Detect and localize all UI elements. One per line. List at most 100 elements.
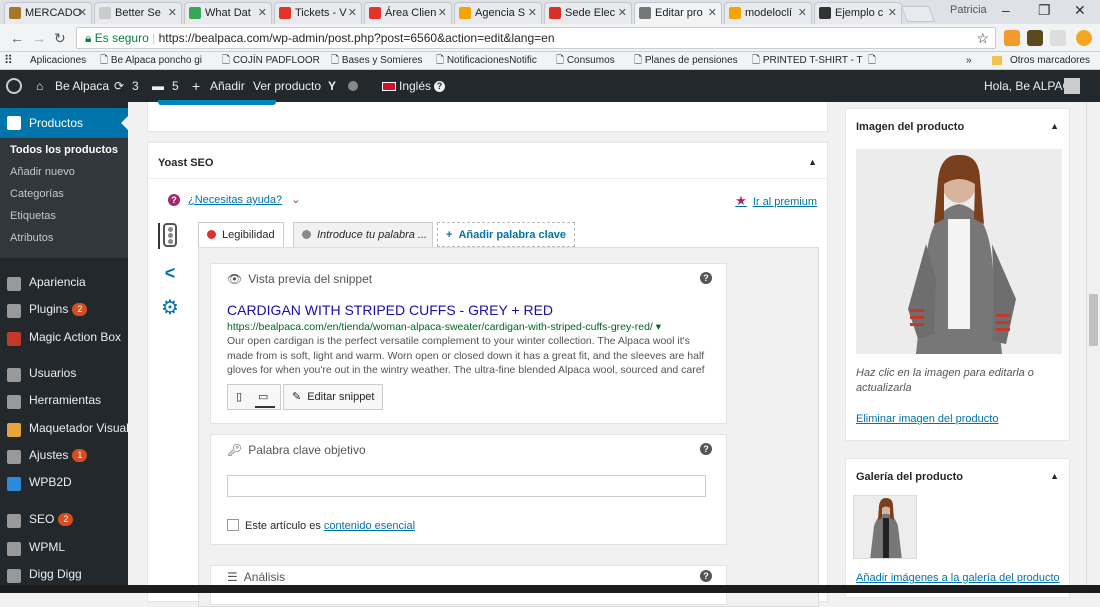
scrollbar-thumb[interactable]: [1089, 294, 1098, 346]
new-content-link[interactable]: Añadir: [210, 70, 245, 102]
close-tab-icon[interactable]: ✕: [438, 3, 447, 23]
close-tab-icon[interactable]: ✕: [528, 3, 537, 23]
browser-tab[interactable]: MERCADO ✕: [4, 2, 92, 24]
browser-tab[interactable]: Ejemplo c ✕: [814, 2, 902, 24]
bookmark-item[interactable]: 🗋︎ PRINTED T-SHIRT - T: [752, 52, 863, 69]
tab-readability[interactable]: Legibilidad: [198, 222, 284, 247]
page-scrollbar[interactable]: [1086, 102, 1100, 593]
collapse-arrow-icon[interactable]: ▲: [1050, 121, 1059, 131]
bookmark-item[interactable]: 🗋︎: [868, 52, 876, 69]
profile-name[interactable]: Patricia: [950, 4, 987, 16]
submenu-item[interactable]: Añadir nuevo: [10, 166, 75, 178]
menu-productos[interactable]: Productos: [0, 108, 128, 138]
settings-gear-icon[interactable]: ⚙: [158, 295, 182, 320]
sidebar-item[interactable]: Maquetador Visual: [29, 421, 128, 435]
wordpress-logo-icon[interactable]: [6, 78, 22, 94]
bookmark-item[interactable]: 🗋︎ NotificacionesNotific: [436, 52, 537, 69]
snippet-url[interactable]: https://bealpaca.com/en/tienda/woman-alp…: [227, 321, 661, 333]
submenu-item[interactable]: Categorías: [10, 188, 64, 200]
alert-icon[interactable]: [1076, 30, 1092, 46]
browser-tab[interactable]: Tickets - V ✕: [274, 2, 362, 24]
sidebar-item[interactable]: SEO 2: [29, 512, 74, 527]
share-icon[interactable]: <: [158, 263, 182, 284]
browser-tab[interactable]: Sede Elec ✕: [544, 2, 632, 24]
sidebar-item[interactable]: Magic Action Box: [29, 330, 121, 344]
tab-keyword[interactable]: Introduce tu palabra ...: [293, 222, 433, 247]
new-tab-button[interactable]: [901, 6, 935, 22]
extension-gray-icon[interactable]: [1050, 30, 1066, 46]
extension-off-icon[interactable]: [1004, 30, 1020, 46]
reload-icon[interactable]: ↻: [54, 30, 66, 47]
submenu-item[interactable]: Todos los productos: [10, 144, 118, 156]
browser-tab[interactable]: Agencia S ✕: [454, 2, 542, 24]
sidebar-item[interactable]: Usuarios: [29, 366, 76, 380]
other-bookmarks[interactable]: Otros marcadores: [1010, 52, 1090, 69]
close-tab-icon[interactable]: ✕: [348, 3, 357, 23]
analysis-help-icon[interactable]: ?: [700, 570, 712, 582]
sidebar-item[interactable]: Plugins 2: [29, 302, 88, 317]
help-icon[interactable]: ?: [434, 81, 445, 92]
browser-tab[interactable]: modeloclí ✕: [724, 2, 812, 24]
apps-grid-icon[interactable]: ⠿: [4, 52, 13, 69]
updates-icon[interactable]: ⟳: [114, 70, 124, 102]
home-icon[interactable]: ⌂: [36, 70, 43, 102]
close-tab-icon[interactable]: ✕: [168, 3, 177, 23]
close-tab-icon[interactable]: ✕: [888, 3, 897, 23]
bookmark-item[interactable]: 🗋︎ COJÍN PADFLOOR: [222, 52, 320, 69]
snippet-description[interactable]: Our open cardigan is the perfect versati…: [227, 334, 707, 378]
browser-tab[interactable]: Área Clien ✕: [364, 2, 452, 24]
close-tab-icon[interactable]: ✕: [618, 3, 627, 23]
bookmark-item[interactable]: 🗋︎ Consumos: [556, 52, 615, 69]
cornerstone-checkbox[interactable]: [227, 519, 239, 531]
help-toggle[interactable]: ? ¿Necesitas ayuda? ⌄: [168, 193, 300, 206]
premium-link[interactable]: ★ Ir al premium: [735, 193, 817, 209]
collapse-arrow-icon[interactable]: ▲: [1050, 471, 1059, 481]
submenu-item[interactable]: Atributos: [10, 232, 53, 244]
collapse-arrow-icon[interactable]: ▲: [808, 157, 817, 167]
update-button[interactable]: [158, 100, 276, 105]
bookmark-star-icon[interactable]: ☆: [976, 28, 989, 48]
bookmark-item[interactable]: Aplicaciones: [30, 52, 86, 69]
back-icon[interactable]: ←: [10, 30, 24, 46]
close-tab-icon[interactable]: ✕: [258, 3, 267, 23]
sidebar-item[interactable]: Digg Digg: [29, 567, 82, 581]
bookmark-item[interactable]: 🗋︎ Bases y Somieres: [331, 52, 422, 69]
close-tab-icon[interactable]: ✕: [78, 3, 87, 23]
traffic-light-icon[interactable]: [158, 223, 182, 247]
sidebar-item[interactable]: Ajustes 1: [29, 448, 88, 463]
sidebar-item[interactable]: WPB2D: [29, 475, 72, 489]
add-keyword-tab[interactable]: + Añadir palabra clave: [437, 222, 576, 247]
snippet-title[interactable]: CARDIGAN WITH STRIPED CUFFS - GREY + RED: [227, 302, 553, 318]
focus-keyword-input[interactable]: [227, 475, 706, 497]
browser-tab[interactable]: Editar pro ✕: [634, 2, 722, 24]
minimize-icon[interactable]: –: [1002, 2, 1010, 18]
more-bookmarks-icon[interactable]: »: [966, 52, 972, 69]
language-switcher[interactable]: Inglés: [399, 70, 431, 102]
browser-tab[interactable]: What Dat ✕: [184, 2, 272, 24]
yoast-icon[interactable]: Y: [328, 70, 336, 102]
plus-icon[interactable]: +: [192, 70, 200, 102]
close-tab-icon[interactable]: ✕: [798, 3, 807, 23]
help-link[interactable]: ¿Necesitas ayuda?: [188, 194, 282, 206]
sidebar-item[interactable]: Herramientas: [29, 393, 101, 407]
bookmark-item[interactable]: 🗋︎ Planes de pensiones: [634, 52, 738, 69]
comments-count[interactable]: 5: [172, 70, 179, 102]
url-bar[interactable]: 🔒︎ Es seguro | https://bealpaca.com/wp-a…: [76, 27, 996, 49]
browser-tab[interactable]: Better Se ✕: [94, 2, 182, 24]
add-gallery-images-link[interactable]: Añadir imágenes a la galería del product…: [856, 572, 1060, 584]
sidebar-item[interactable]: WPML: [29, 540, 65, 554]
view-product-link[interactable]: Ver producto: [253, 70, 321, 102]
comments-icon[interactable]: ▬: [152, 70, 164, 102]
close-tab-icon[interactable]: ✕: [708, 3, 717, 23]
forward-icon[interactable]: →: [32, 30, 46, 46]
product-image[interactable]: [856, 149, 1062, 354]
remove-product-image-link[interactable]: Eliminar imagen del producto: [856, 413, 998, 425]
submenu-item[interactable]: Etiquetas: [10, 210, 56, 222]
extension-icon[interactable]: [1027, 30, 1043, 46]
avatar[interactable]: [1064, 78, 1080, 94]
snippet-help-icon[interactable]: ?: [700, 272, 712, 284]
mobile-icon[interactable]: ▯: [236, 385, 242, 409]
maximize-icon[interactable]: ❐: [1038, 2, 1051, 19]
updates-count[interactable]: 3: [132, 70, 139, 102]
site-name[interactable]: Be Alpaca: [55, 70, 109, 102]
